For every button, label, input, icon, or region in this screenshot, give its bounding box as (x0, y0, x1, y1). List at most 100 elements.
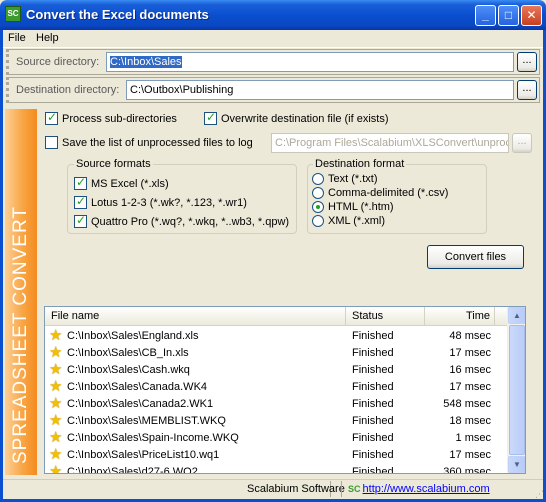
star-icon: ★ (49, 344, 63, 361)
source-directory-value: C:\Inbox\Sales (110, 56, 182, 68)
dest-format-csv[interactable]: Comma-delimited (*.csv) (312, 187, 448, 199)
quattro-checkbox[interactable] (74, 213, 87, 228)
save-log-checkbox[interactable] (45, 136, 58, 149)
star-icon: ★ (49, 361, 63, 378)
star-icon: ★ (49, 412, 63, 429)
file-list-scrollbar[interactable]: ▲ ▼ (507, 307, 525, 473)
table-row[interactable]: ★ C:\Inbox\Sales\Spain-Income.WKQ Finish… (45, 430, 507, 447)
time-cell: 17 msec (449, 347, 491, 359)
log-browse-button[interactable]: ... (512, 133, 532, 153)
dest-format-xml[interactable]: XML (*.xml) (312, 215, 385, 227)
column-time[interactable]: Time (425, 307, 495, 325)
column-status[interactable]: Status (346, 307, 425, 325)
text-radio[interactable] (312, 173, 324, 185)
source-format-lotus[interactable]: Lotus 1-2-3 (*.wk?, *.123, *.wr1) (74, 194, 247, 209)
dest-format-html[interactable]: HTML (*.htm) (312, 201, 394, 213)
status-cell: Finished (352, 449, 394, 461)
source-format-quattro[interactable]: Quattro Pro (*.wq?, *.wkq, *..wb3, *.qpw… (74, 213, 289, 228)
scalabium-logo-icon: SC (348, 484, 361, 494)
file-name-cell: C:\Inbox\Sales\CB_In.xls (67, 347, 189, 359)
status-cell: Finished (352, 330, 394, 342)
menu-help[interactable]: Help (36, 32, 59, 44)
file-name-cell: C:\Inbox\Sales\Canada.WK4 (67, 381, 208, 393)
chevron-down-icon: ▼ (513, 460, 521, 469)
overwrite-label: Overwrite destination file (if exists) (221, 112, 389, 125)
process-subdirs-label: Process sub-directories (62, 112, 177, 125)
time-cell: 18 msec (449, 415, 491, 427)
file-name-cell: C:\Inbox\Sales\Canada2.WK1 (67, 398, 214, 410)
menu-bar (3, 30, 543, 48)
log-path-input[interactable]: C:\Program Files\Scalabium\XLSConvert\un… (271, 133, 509, 153)
star-icon: ★ (49, 327, 63, 344)
destination-directory-value: C:\Outbox\Publishing (130, 84, 234, 96)
lotus-checkbox[interactable] (74, 194, 87, 209)
status-link-panel: SC http://www.scalabium.com (341, 481, 490, 497)
status-panel-empty (10, 481, 18, 497)
source-browse-button[interactable]: ... (517, 52, 537, 72)
time-cell: 1 msec (455, 432, 491, 444)
csv-radio[interactable] (312, 187, 324, 199)
minimize-button[interactable]: _ (475, 5, 496, 26)
xls-checkbox[interactable] (74, 175, 87, 190)
table-row[interactable]: ★ C:\Inbox\Sales\Cash.wkq Finished 16 ms… (45, 362, 507, 379)
scroll-up-button[interactable]: ▲ (508, 307, 525, 324)
save-log-option[interactable]: Save the list of unprocessed files to lo… (45, 136, 253, 149)
status-cell: Finished (352, 364, 394, 376)
overwrite-option[interactable]: Overwrite destination file (if exists) (204, 110, 389, 125)
lotus-label: Lotus 1-2-3 (*.wk?, *.123, *.wr1) (91, 196, 247, 209)
text-label: Text (*.txt) (328, 173, 378, 185)
website-link[interactable]: http://www.scalabium.com (363, 483, 490, 495)
table-row[interactable]: ★ C:\Inbox\Sales\MEMBLIST.WKQ Finished 1… (45, 413, 507, 430)
time-cell: 360 msec (443, 466, 491, 474)
file-name-cell: C:\Inbox\Sales\Spain-Income.WKQ (67, 432, 239, 444)
scroll-down-button[interactable]: ▼ (508, 456, 525, 473)
menu-file[interactable]: File (8, 32, 26, 44)
table-row[interactable]: ★ C:\Inbox\Sales\d27-6.WQ2 Finished 360 … (45, 464, 507, 474)
file-list[interactable]: File name Status Time ★ C:\Inbox\Sales\E… (44, 306, 526, 474)
table-row[interactable]: ★ C:\Inbox\Sales\Canada2.WK1 Finished 54… (45, 396, 507, 413)
process-subdirs-checkbox[interactable] (45, 110, 58, 125)
overwrite-checkbox[interactable] (204, 110, 217, 125)
chevron-up-icon: ▲ (513, 311, 521, 320)
file-name-cell: C:\Inbox\Sales\MEMBLIST.WKQ (67, 415, 226, 427)
resize-grip-icon[interactable]: ⋰ (535, 489, 544, 500)
status-cell: Finished (352, 415, 394, 427)
status-cell: Finished (352, 466, 394, 474)
time-cell: 548 msec (443, 398, 491, 410)
status-cell: Finished (352, 398, 394, 410)
app-icon[interactable]: SC (5, 6, 21, 22)
destination-browse-button[interactable]: ... (517, 80, 537, 100)
table-row[interactable]: ★ C:\Inbox\Sales\England.xls Finished 48… (45, 328, 507, 345)
log-path-value: C:\Program Files\Scalabium\XLSConvert\un… (275, 137, 509, 149)
time-cell: 17 msec (449, 381, 491, 393)
process-subdirs-option[interactable]: Process sub-directories (45, 110, 177, 125)
dest-format-text[interactable]: Text (*.txt) (312, 173, 378, 185)
star-icon: ★ (49, 395, 63, 412)
file-name-cell: C:\Inbox\Sales\England.xls (67, 330, 199, 342)
html-label: HTML (*.htm) (328, 201, 394, 213)
destination-format-title: Destination format (313, 158, 407, 170)
status-company: Scalabium Software (247, 483, 345, 495)
convert-files-button[interactable]: Convert files (427, 245, 524, 269)
file-name-cell: C:\Inbox\Sales\Cash.wkq (67, 364, 190, 376)
destination-directory-label: Destination directory: (16, 84, 120, 96)
source-directory-label: Source directory: (16, 56, 100, 68)
maximize-button[interactable]: □ (498, 5, 519, 26)
xml-label: XML (*.xml) (328, 215, 386, 227)
destination-directory-input[interactable]: C:\Outbox\Publishing (126, 80, 514, 100)
status-cell: Finished (352, 347, 394, 359)
html-radio[interactable] (312, 201, 324, 213)
table-row[interactable]: ★ C:\Inbox\Sales\Canada.WK4 Finished 17 … (45, 379, 507, 396)
star-icon: ★ (49, 463, 63, 474)
source-formats-title: Source formats (74, 158, 153, 170)
status-cell: Finished (352, 381, 394, 393)
source-format-xls[interactable]: MS Excel (*.xls) (74, 175, 169, 190)
column-file-name[interactable]: File name (45, 307, 346, 325)
close-button[interactable]: ✕ (521, 5, 542, 26)
source-directory-input[interactable]: C:\Inbox\Sales (106, 52, 514, 72)
table-row[interactable]: ★ C:\Inbox\Sales\CB_In.xls Finished 17 m… (45, 345, 507, 362)
table-row[interactable]: ★ C:\Inbox\Sales\PriceList10.wq1 Finishe… (45, 447, 507, 464)
scroll-thumb[interactable] (509, 325, 525, 455)
xml-radio[interactable] (312, 215, 324, 227)
maximize-icon: □ (504, 8, 513, 22)
